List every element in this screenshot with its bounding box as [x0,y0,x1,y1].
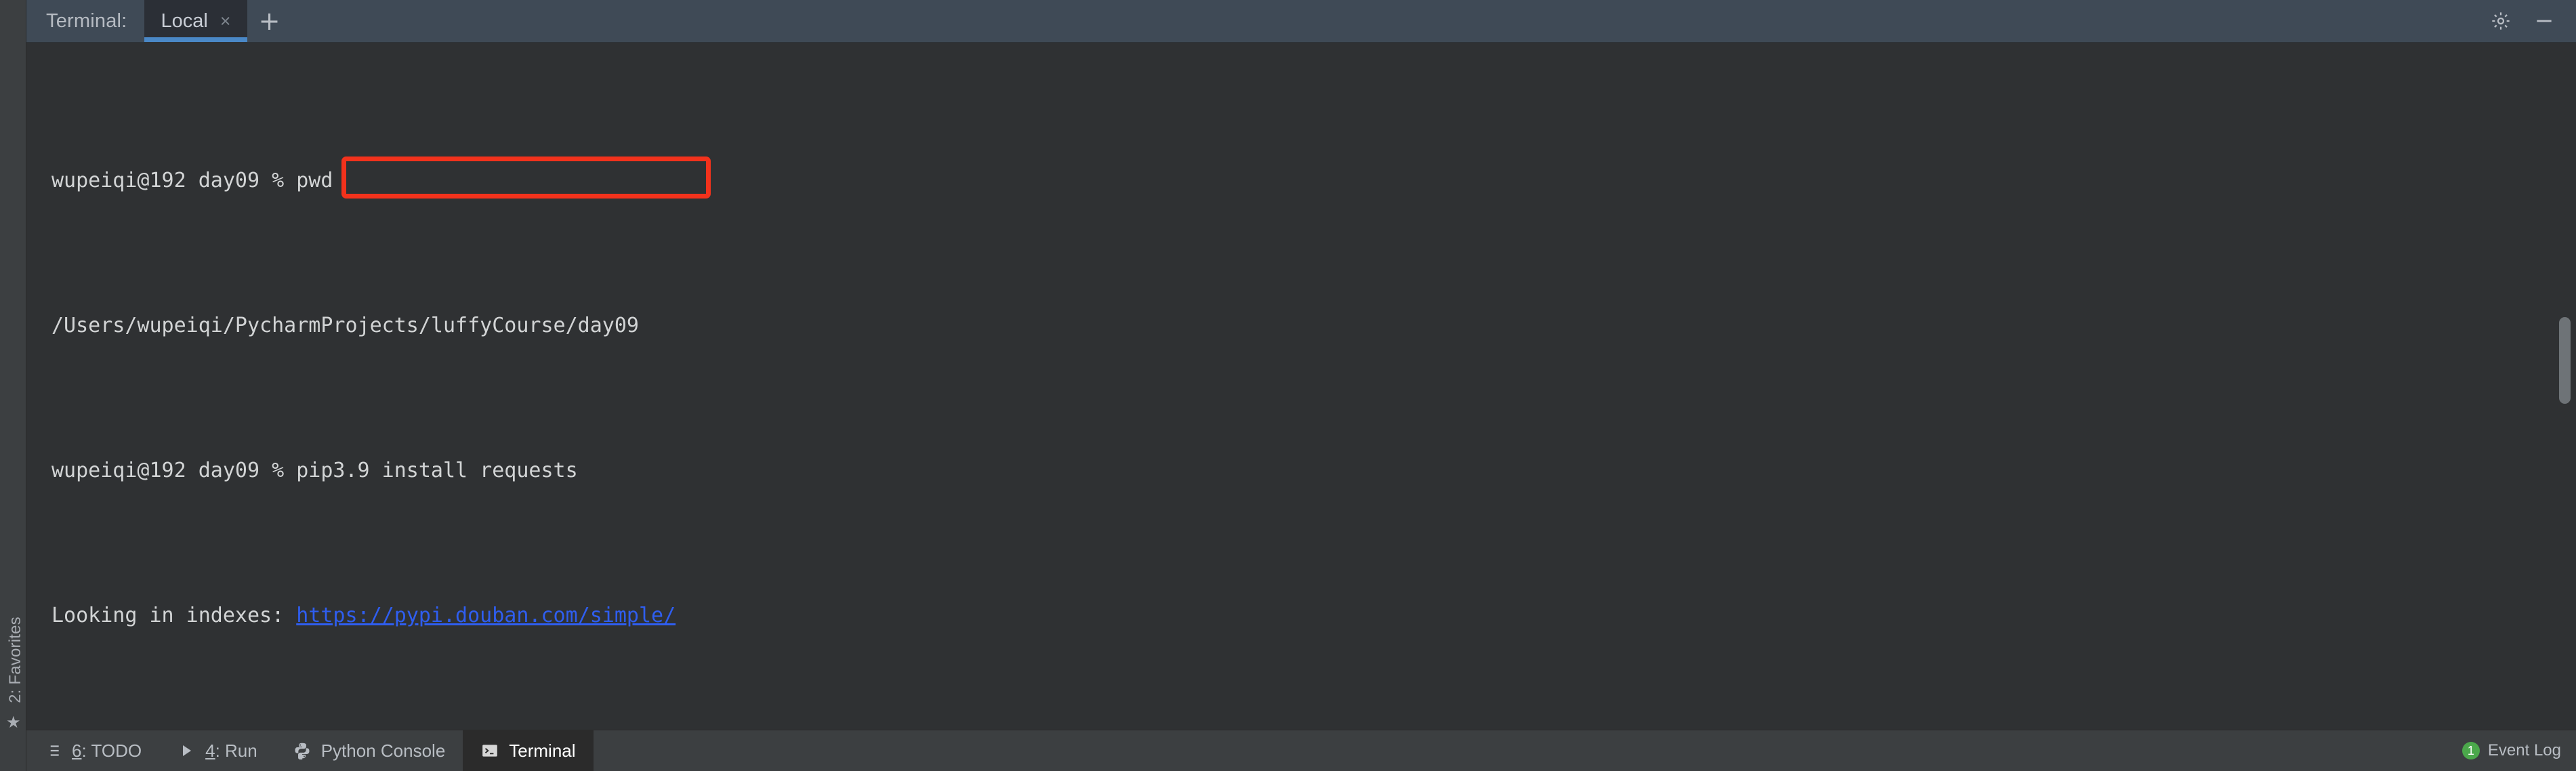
todo-list-icon [43,741,62,760]
terminal-line: /Users/wupeiqi/PycharmProjects/luffyCour… [51,308,2576,344]
terminal-line: wupeiqi@192 day09 % pip3.9 install reque… [51,453,2576,489]
looking-in-indexes-label: Looking in indexes: [51,604,296,627]
status-item-todo-text: : TODO [81,741,142,761]
statusbar-spacer [594,730,2462,771]
add-tab-button[interactable]: + [247,0,292,42]
status-item-python-console-label: Python Console [321,741,446,762]
tabbar-actions [2489,0,2576,42]
terminal-output-panel[interactable]: wupeiqi@192 day09 % pwd /Users/wupeiqi/P… [26,43,2576,730]
shell-prompt: wupeiqi@192 day09 % [51,459,296,482]
event-log-label: Event Log [2488,741,2561,760]
status-item-terminal-label: Terminal [509,741,575,762]
status-bar: 6: TODO 4: Run Python Console [26,730,2576,771]
terminal-icon [480,741,499,760]
shell-command: pwd [296,169,333,192]
terminal-panel-title: Terminal: [26,0,144,42]
status-item-todo[interactable]: 6: TODO [26,730,159,771]
terminal-line: Looking in indexes: https://pypi.douban.… [51,598,2576,634]
close-icon[interactable]: × [220,12,231,30]
favorites-label: : Favorites [6,617,24,694]
shell-prompt: wupeiqi@192 day09 % [51,169,296,192]
status-item-run[interactable]: 4: Run [159,730,275,771]
event-log-button[interactable]: 1 Event Log [2462,730,2576,771]
left-tool-rail: 2: Favorites ★ [0,0,26,771]
play-icon [177,741,196,760]
status-item-terminal[interactable]: Terminal [463,730,593,771]
highlighted-command: pip3.9 install requests [296,459,577,482]
status-item-python-console[interactable]: Python Console [275,730,463,771]
minimize-icon[interactable] [2533,9,2556,33]
terminal-tabbar: Terminal: Local × + [26,0,2576,43]
favorites-index: 2 [6,694,24,703]
sidebar-item-favorites[interactable]: 2: Favorites [6,602,25,717]
tab-local-label: Local [161,10,207,33]
status-item-run-text: : Run [215,741,257,761]
tab-local[interactable]: Local × [144,0,247,42]
status-item-todo-index: 6 [72,741,81,761]
index-url-link[interactable]: https://pypi.douban.com/simple/ [296,604,676,627]
star-icon[interactable]: ★ [6,714,21,730]
status-item-todo-label: 6: TODO [72,741,142,762]
terminal-text: wupeiqi@192 day09 % pwd /Users/wupeiqi/P… [26,43,2576,730]
vertical-scrollbar[interactable] [2559,317,2571,404]
python-icon [293,741,312,760]
status-item-run-index: 4 [205,741,215,761]
terminal-line: wupeiqi@192 day09 % pwd [51,163,2576,199]
tab-active-underline [144,37,247,42]
pycharm-window: 2: Favorites ★ Terminal: Local × + [0,0,2576,771]
status-item-run-label: 4: Run [205,741,257,762]
tabbar-spacer [292,0,2489,42]
gear-icon[interactable] [2489,9,2512,33]
event-log-badge: 1 [2462,742,2480,759]
